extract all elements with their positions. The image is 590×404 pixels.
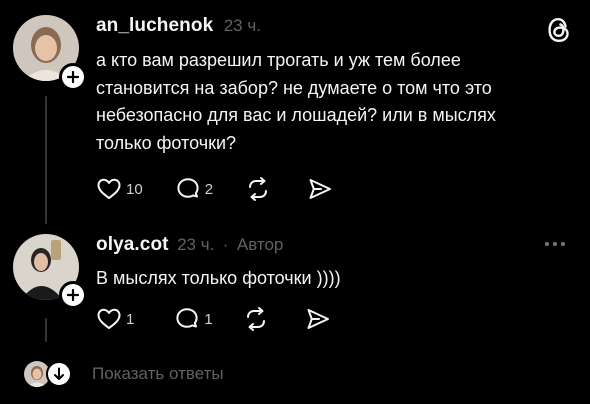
threads-logo-icon[interactable] <box>546 16 572 49</box>
heart-icon <box>97 178 121 199</box>
repost-icon <box>249 177 268 201</box>
share-button[interactable] <box>307 176 333 202</box>
follow-plus-button[interactable] <box>59 281 87 309</box>
author-badge: Автор <box>236 235 284 254</box>
username[interactable]: an_luchenok <box>96 15 213 36</box>
like-count: 1 <box>126 310 135 328</box>
follow-plus-button[interactable] <box>59 63 87 91</box>
comment-line: а кто вам разрешил трогать и уж тем боле… <box>96 50 461 70</box>
show-replies-label[interactable]: Показать ответы <box>92 364 224 384</box>
more-options-button[interactable] <box>542 236 568 257</box>
share-button[interactable] <box>305 306 331 332</box>
send-icon <box>309 179 332 199</box>
username[interactable]: olya.cot <box>96 234 169 255</box>
reply-button[interactable]: 2 <box>175 176 213 202</box>
expand-down-icon <box>46 361 72 387</box>
comment-line: небезопасно для вас и лошадей? или в мыс… <box>96 105 496 125</box>
show-replies-row[interactable]: Показать ответы <box>24 361 224 387</box>
meta-separator: · <box>222 235 229 254</box>
comment-line: только фоточки? <box>96 132 237 153</box>
repost-button[interactable] <box>243 306 269 332</box>
comment-icon <box>176 308 198 328</box>
comment-text: В мыслях только фоточки )))) <box>96 265 556 293</box>
timestamp: 23 ч. <box>177 235 215 254</box>
reply-count: 2 <box>204 180 214 198</box>
comment-header: olya.cot 23 ч. · Автор <box>96 234 283 256</box>
heart-icon <box>97 308 121 329</box>
send-icon <box>307 309 329 329</box>
more-icon <box>545 242 565 246</box>
thread-line <box>45 96 47 224</box>
like-button[interactable]: 10 <box>96 177 143 201</box>
repost-icon <box>246 307 265 331</box>
like-count: 10 <box>126 180 143 198</box>
repost-button[interactable] <box>245 176 271 202</box>
comment-line: становится на забор? не думаете о том чт… <box>96 77 492 98</box>
comment-text: а кто вам разрешил трогать и уж тем боле… <box>96 47 556 157</box>
comment-icon <box>177 178 199 198</box>
plus-icon <box>67 289 79 301</box>
reply-count: 1 <box>204 310 213 328</box>
thread-line <box>45 318 47 342</box>
comment-line: В мыслях только фоточки )))) <box>96 268 341 288</box>
timestamp: 23 ч. <box>223 16 261 35</box>
like-button[interactable]: 1 <box>96 307 134 331</box>
reply-button[interactable]: 1 <box>174 306 213 332</box>
comment-header: an_luchenok 23 ч. <box>96 15 261 37</box>
comment-actions: 10 2 <box>96 176 333 202</box>
comment-actions: 1 1 <box>96 306 331 332</box>
plus-icon <box>67 71 79 83</box>
